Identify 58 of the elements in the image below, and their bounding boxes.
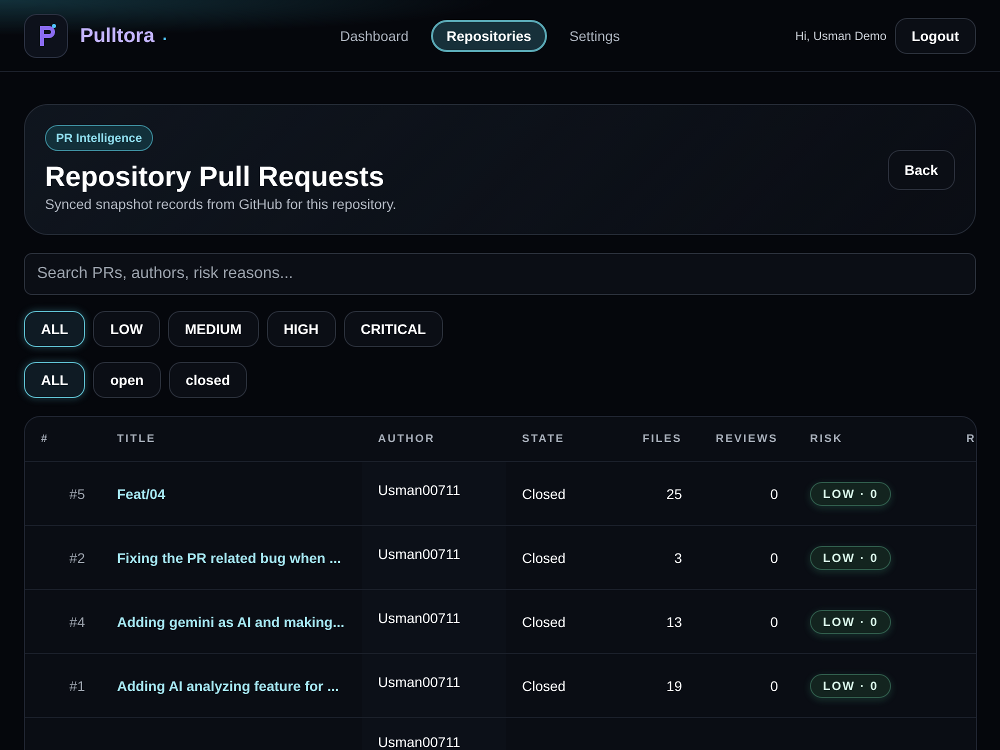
risk-badge: LOW · 0 [810,546,892,570]
pr-number: #1 [69,676,85,696]
column-header: RISK [809,432,844,447]
section-badge: PR Intelligence [45,125,154,151]
nav-tab[interactable]: Settings [555,20,634,52]
files-cell-text: 13 [666,612,682,632]
column-header: TITLE [117,432,157,447]
author-cell: Usman00711 [362,718,506,750]
author-cell: Usman00711 [378,546,460,562]
filter-chip[interactable]: closed [168,362,248,398]
risk-badge: LOW · 0 [810,482,892,506]
filter-chip[interactable]: ALL [24,311,86,347]
column-header: FILES [642,432,682,447]
state-cell-text: Closed [522,612,566,632]
nav-tab[interactable]: Dashboard [326,20,422,52]
page-title: Repository Pull Requests [45,160,384,194]
filter-chip[interactable]: MEDIUM [168,311,259,347]
pr-title-link[interactable]: Adding AI analyzing feature for ... [117,676,339,696]
user-greeting: Hi, Usman Demo [795,28,887,44]
pr-title-link[interactable]: Fixing the PR related bug when ... [117,548,342,568]
state-cell-text: Closed [522,548,566,568]
pr-number: #2 [69,548,85,568]
author-cell: Usman00711 [378,610,460,626]
pr-number: #4 [69,612,85,632]
filter-chip[interactable]: LOW [93,311,160,347]
pr-number: #5 [69,484,85,504]
files-cell-text: 19 [666,676,682,696]
state-cell-text: Closed [522,676,566,696]
column-header: REVIEWS [714,432,778,447]
brand-name: Pulltora [80,24,154,48]
column-header: # [40,432,50,447]
filter-chip[interactable]: open [93,362,161,398]
logo-icon [24,14,68,58]
author-cell: Usman00711 [378,674,460,690]
back-button[interactable]: Back [888,150,955,190]
column-header: STATE [521,432,566,447]
filter-chip[interactable]: ALL [24,362,86,398]
nav-tab[interactable]: Repositories [430,20,548,52]
filter-chip[interactable]: CRITICAL [344,311,443,347]
author-cell: Usman00711 [378,482,460,498]
pr-title-link[interactable]: Adding gemini as AI and making... [117,612,344,632]
page-subtitle: Synced snapshot records from GitHub for this repository. [45,195,396,214]
state-cell-text: Closed [522,484,566,504]
reviews-cell-text: 0 [770,612,778,632]
logout-button[interactable]: Logout [894,18,976,54]
pr-title-link[interactable]: Feat/04 [117,484,166,504]
brand-dot: . [162,26,167,46]
column-header: AUTHOR [377,432,436,447]
reviews-cell-text: 0 [770,484,778,504]
column-header: R [965,432,976,447]
files-cell-text: 3 [674,548,682,568]
filter-chip[interactable]: HIGH [266,311,336,347]
files-cell-text: 25 [666,484,682,504]
risk-badge: LOW · 0 [810,610,892,634]
reviews-cell-text: 0 [770,548,778,568]
search-field[interactable]: Search PRs, authors, risk reasons... [24,253,976,295]
risk-badge: LOW · 0 [810,674,892,698]
reviews-cell-text: 0 [770,676,778,696]
